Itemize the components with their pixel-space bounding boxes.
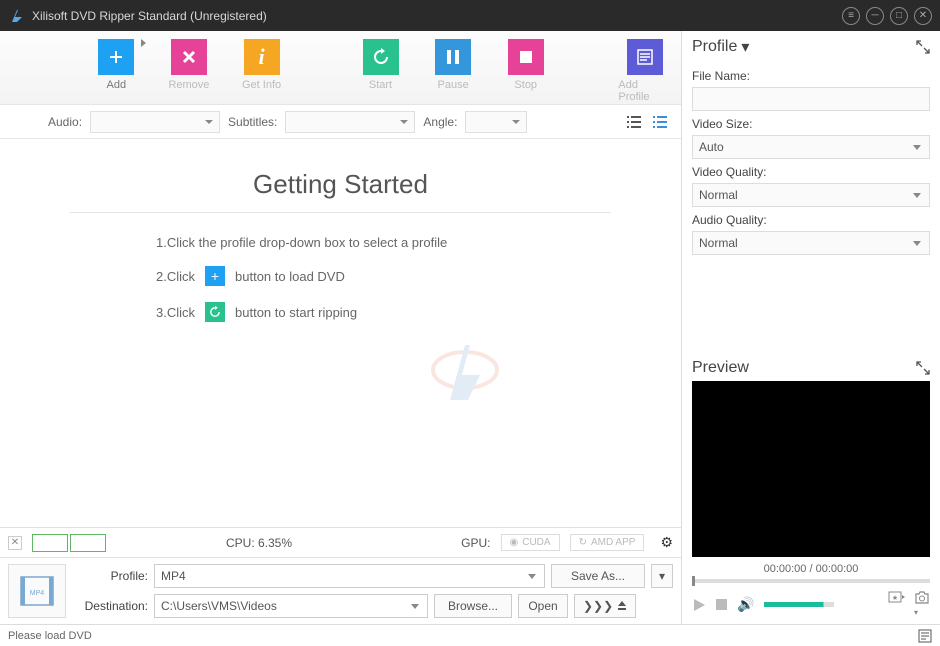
output-thumbnail: MP4 xyxy=(8,564,66,618)
amd-toggle[interactable]: ↻AMD APP xyxy=(570,534,645,551)
list-view-icon[interactable] xyxy=(623,112,645,132)
log-icon[interactable] xyxy=(918,629,932,643)
window-title: Xilisoft DVD Ripper Standard (Unregister… xyxy=(32,9,842,23)
destination-dropdown[interactable]: C:\Users\VMS\Videos xyxy=(154,594,428,618)
videoquality-dropdown[interactable]: Normal xyxy=(692,183,930,207)
angle-label: Angle: xyxy=(423,115,457,129)
step-3: 3.Click button to start ripping xyxy=(156,302,611,322)
cpu-meters xyxy=(32,534,106,552)
videosize-label: Video Size: xyxy=(692,117,930,131)
play-icon[interactable] xyxy=(692,598,706,612)
cpu-meter xyxy=(70,534,106,552)
step-2: 2.Click + button to load DVD xyxy=(156,266,611,286)
more-button[interactable]: ❯❯❯ xyxy=(574,594,636,618)
profile-panel-title: Profile ▾ xyxy=(692,37,930,57)
audio-label: Audio: xyxy=(48,115,82,129)
stop-icon xyxy=(508,39,544,75)
angle-dropdown[interactable] xyxy=(465,111,527,133)
stop-button[interactable]: Stop xyxy=(499,39,552,104)
cpu-meter xyxy=(32,534,68,552)
audioquality-label: Audio Quality: xyxy=(692,213,930,227)
add-button[interactable]: Add xyxy=(90,39,143,104)
right-panel: Profile ▾ File Name: Video Size: Auto Vi… xyxy=(682,31,940,624)
main-toolbar: Add Remove i Get Info Start Pause Stop xyxy=(0,31,681,105)
cuda-toggle[interactable]: ◉CUDA xyxy=(501,534,560,551)
audioquality-dropdown[interactable]: Normal xyxy=(692,231,930,255)
refresh-icon xyxy=(205,302,225,322)
svg-text:★: ★ xyxy=(892,594,898,602)
camera-icon[interactable]: ▾ xyxy=(914,591,930,618)
progress-slider[interactable] xyxy=(692,579,930,583)
pause-icon xyxy=(435,39,471,75)
gear-icon[interactable]: ⚙ xyxy=(660,534,673,551)
audio-dropdown[interactable] xyxy=(90,111,220,133)
gpu-label: GPU: xyxy=(461,536,490,550)
snapshot-settings-icon[interactable]: ★ xyxy=(888,591,906,618)
status-text: Please load DVD xyxy=(8,630,92,642)
output-settings: MP4 Profile: MP4 Save As... ▾ Destinatio… xyxy=(0,557,681,624)
watermark-icon xyxy=(420,330,510,420)
grid-view-icon[interactable] xyxy=(649,112,671,132)
svg-text:MP4: MP4 xyxy=(30,590,45,597)
subtitles-dropdown[interactable] xyxy=(285,111,415,133)
volume-slider[interactable] xyxy=(764,602,834,607)
filter-row: Audio: Subtitles: Angle: xyxy=(0,105,681,139)
x-icon xyxy=(171,39,207,75)
remove-button[interactable]: Remove xyxy=(163,39,216,104)
preview-video xyxy=(692,381,930,557)
saveas-dropdown-button[interactable]: ▾ xyxy=(651,564,673,588)
cpu-label: CPU: 6.35% xyxy=(226,536,292,550)
saveas-button[interactable]: Save As... xyxy=(551,564,645,588)
menu-button[interactable]: ≡ xyxy=(842,7,860,25)
plus-icon xyxy=(98,39,134,75)
preview-controls: 🔊 ★ ▾ xyxy=(692,589,930,624)
getting-started-panel: Getting Started 1.Click the profile drop… xyxy=(0,139,681,527)
profile-icon xyxy=(627,39,663,75)
addprofile-button[interactable]: Add Profile xyxy=(618,39,671,104)
getinfo-button[interactable]: i Get Info xyxy=(235,39,288,104)
preview-time: 00:00:00 / 00:00:00 xyxy=(692,563,930,575)
minimize-button[interactable]: ─ xyxy=(866,7,884,25)
pause-button[interactable]: Pause xyxy=(427,39,480,104)
getting-started-title: Getting Started xyxy=(70,169,611,213)
start-button[interactable]: Start xyxy=(354,39,407,104)
info-icon: i xyxy=(244,39,280,75)
step-1: 1.Click the profile drop-down box to sel… xyxy=(156,235,611,250)
preview-title: Preview xyxy=(692,359,930,377)
plus-icon: + xyxy=(205,266,225,286)
app-logo-icon xyxy=(8,7,26,25)
open-button[interactable]: Open xyxy=(518,594,568,618)
videoquality-label: Video Quality: xyxy=(692,165,930,179)
maximize-button[interactable]: □ xyxy=(890,7,908,25)
chevron-down-icon[interactable]: ▾ xyxy=(741,37,749,57)
close-meter-icon[interactable]: ✕ xyxy=(8,536,22,550)
volume-icon[interactable]: 🔊 xyxy=(737,596,754,613)
filename-label: File Name: xyxy=(692,69,930,83)
titlebar: Xilisoft DVD Ripper Standard (Unregister… xyxy=(0,0,940,31)
expand-icon[interactable] xyxy=(916,40,930,54)
eject-icon xyxy=(617,600,627,612)
refresh-icon xyxy=(363,39,399,75)
statusbar: Please load DVD xyxy=(0,624,940,646)
filename-input[interactable] xyxy=(692,87,930,111)
expand-icon[interactable] xyxy=(916,361,930,375)
cpu-gpu-bar: ✕ CPU: 6.35% GPU: ◉CUDA ↻AMD APP ⚙ xyxy=(0,527,681,557)
profile-label: Profile: xyxy=(74,569,148,583)
browse-button[interactable]: Browse... xyxy=(434,594,512,618)
videosize-dropdown[interactable]: Auto xyxy=(692,135,930,159)
destination-label: Destination: xyxy=(74,599,148,613)
subtitles-label: Subtitles: xyxy=(228,115,277,129)
close-button[interactable]: ✕ xyxy=(914,7,932,25)
profile-dropdown[interactable]: MP4 xyxy=(154,564,545,588)
stop-icon[interactable] xyxy=(716,599,727,610)
